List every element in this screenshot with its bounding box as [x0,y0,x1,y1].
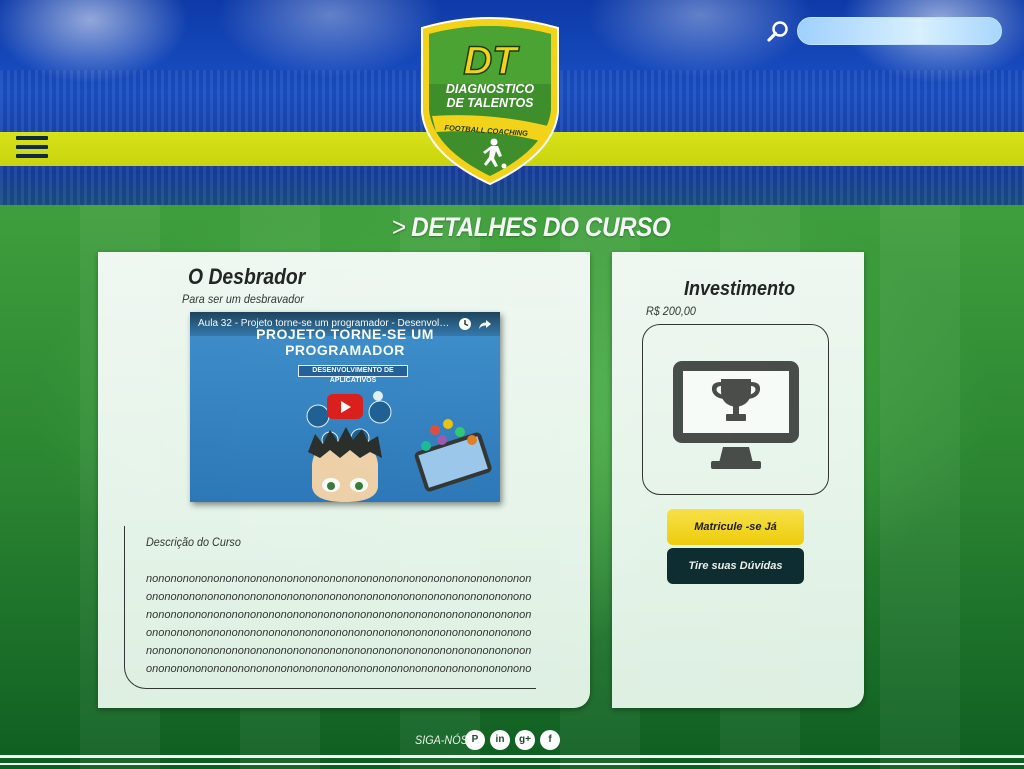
price: R$ 200,00 [646,304,696,318]
investment-panel: Investimento R$ 200,00 Matricule -se Já … [612,252,864,708]
page-title-text: DETALHES DO CURSO [411,212,671,242]
pinterest-icon[interactable]: P [465,730,485,750]
logo-line2: DE TALENTOS [446,96,534,110]
investment-title: Investimento [684,278,796,300]
follow-us-label: SIGA-NÓS [415,733,468,747]
video-player[interactable]: Aula 32 - Projeto torne-se um programado… [190,312,500,502]
watch-later-icon[interactable] [458,317,472,331]
video-overlay-title: PROJETO TORNE-SE UM PROGRAMADOR [256,326,434,358]
course-details-panel: O Desbrador Para ser um desbravador Aula… [98,252,590,708]
google-plus-icon[interactable]: g+ [515,730,535,750]
field-line [0,755,1024,758]
chevron-right-icon: > [392,212,406,242]
linkedin-icon[interactable]: in [490,730,510,750]
course-subtitle: Para ser um desbravador [182,292,304,306]
search-icon[interactable] [766,19,790,43]
ask-questions-button[interactable]: Tire suas Dúvidas [667,548,804,584]
enroll-button[interactable]: Matricule -se Já [667,509,804,545]
logo-initials: DT [463,39,520,83]
description-text: nononononononononononononononononononono… [146,573,532,675]
logo-line1: DIAGNOSTICO [446,82,534,96]
monitor-trophy-icon [673,361,799,469]
page-title: > DETALHES DO CURSO [392,212,671,248]
search-input[interactable] [797,17,1002,45]
play-button[interactable] [327,394,363,419]
facebook-icon[interactable]: f [540,730,560,750]
logo[interactable]: DT DIAGNOSTICO DE TALENTOS FOOTBALL COAC… [414,14,566,186]
share-icon[interactable] [478,317,492,331]
description-label: Descrição do Curso [146,535,241,549]
hamburger-icon[interactable] [16,136,48,162]
course-image-frame [642,324,829,495]
video-overlay-subtitle: DESENVOLVIMENTO DE APLICATIVOS [298,365,408,384]
course-title: O Desbrador [188,264,306,289]
field-line [0,763,1024,765]
